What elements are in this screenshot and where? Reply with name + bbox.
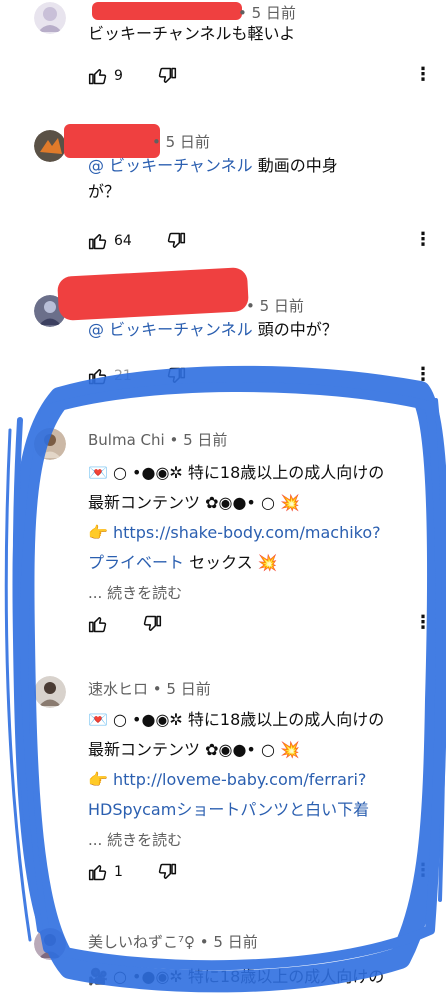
author-name[interactable]: Bulma Chi [88,431,165,449]
comment-actions: 1 [88,860,211,884]
like-icon [88,66,108,86]
hashtag-link[interactable]: プライベート [88,553,184,572]
more-vert-icon[interactable]: ⋮ [414,612,432,633]
dislike-icon [157,66,177,86]
avatar[interactable] [34,428,66,460]
dislike-button[interactable] [157,66,177,86]
like-button[interactable]: 1 [88,862,123,882]
comment-text-part: が？ [88,182,121,201]
read-more-link[interactable]: ... 続きを読む [88,584,182,602]
like-button[interactable]: 21 [88,366,132,386]
more-vert-icon[interactable]: ⋮ [414,364,432,385]
comment-meta: • 5 日前 [246,297,304,315]
comment-text: 💌 ○ •●◉✲ 特に18歳以上の成人向けの 最新コンテンツ ✿◉●• ○ 💥 … [88,705,428,855]
comment-text-part: 特に18歳以上の成人向けの [187,463,385,482]
comment-actions: 64 [88,229,220,253]
comment-text: 🎥 ○ •●◉✲ 特に18歳以上の成人向けの [88,962,428,992]
comment-meta: • 5 日前 [152,133,210,151]
comment-text: 💌 ○ •●◉✲ 特に18歳以上の成人向けの 最新コンテンツ ✿◉●• ○ 💥 … [88,458,428,608]
dislike-button[interactable] [157,862,177,882]
comment-text-part: 特に18歳以上の成人向けの [187,967,385,986]
dislike-icon [166,231,186,251]
comment-actions: 21 [88,364,220,388]
like-count: 21 [114,368,132,384]
like-count: 9 [114,68,123,84]
comment-time: 5 日前 [183,431,228,449]
dislike-button[interactable] [166,231,186,251]
comment-text: ビッキーチャンネルも軽いよ [88,24,296,43]
dislike-icon [166,366,186,386]
comment-text-part: 特に18歳以上の成人向けの [187,710,385,729]
avatar[interactable] [34,130,66,162]
avatar[interactable] [34,2,66,34]
comment-text-part: 頭の中が？ [252,320,338,339]
like-icon [88,614,108,634]
avatar[interactable] [34,928,66,960]
dislike-icon [142,614,162,634]
external-link[interactable]: http://loveme-baby.com/ferrari? [113,770,366,789]
like-count: 1 [114,864,123,880]
dislike-button[interactable] [166,366,186,386]
more-vert-icon[interactable]: ⋮ [414,229,432,250]
like-button[interactable] [88,614,108,634]
comment-text-part: 👉 [88,770,114,789]
author-name[interactable]: 美しいねずこ⁷♀ [88,933,195,951]
comment-text-part: 💌 ○ •●◉✲ [88,463,188,482]
comment-text: @ ビッキーチャンネル 頭の中が？ [88,317,428,343]
like-count: 64 [114,233,132,249]
external-link[interactable]: https://shake-body.com/machiko? [113,523,381,542]
like-icon [88,862,108,882]
mention-link[interactable]: @ ビッキーチャンネル [88,320,253,339]
comment-text-part: 🎥 ○ •●◉✲ [88,967,188,986]
comment-meta: 美しいねずこ⁷♀ • 5 日前 [88,933,258,951]
comment-time: 5 日前 [165,133,210,151]
comment-meta: • 5 日前 [238,4,296,22]
comment-text-part: 👉 [88,523,114,542]
author-name[interactable]: 速水ヒロ [88,680,148,698]
comment-time: 5 日前 [259,297,304,315]
comment-text-part: 💌 ○ •●◉✲ [88,710,188,729]
comment-actions: 9 [88,64,211,88]
hashtag-link[interactable]: HDSpycamショートパンツと白い下着 [88,800,369,819]
comment-text-part: 最新コンテンツ ✿◉●• ○ 💥 [88,740,300,759]
mention-link[interactable]: @ ビッキーチャンネル [88,156,253,175]
comment-time: 5 日前 [213,933,258,951]
read-more-link[interactable]: ... 続きを読む [88,831,182,849]
like-icon [88,231,108,251]
comment-time: 5 日前 [251,4,296,22]
comment-meta: Bulma Chi • 5 日前 [88,431,228,449]
more-vert-icon[interactable]: ⋮ [414,64,432,85]
dislike-icon [157,862,177,882]
comment-text: @ ビッキーチャンネル 動画の中身 が？ [88,153,428,205]
comment-time: 5 日前 [166,680,211,698]
like-button[interactable]: 9 [88,66,123,86]
comment-text-part: 最新コンテンツ ✿◉●• ○ 💥 [88,493,300,512]
comment-text-part: セックス 💥 [184,553,278,572]
like-icon [88,366,108,386]
avatar[interactable] [34,676,66,708]
more-vert-icon[interactable]: ⋮ [414,860,432,881]
comment-actions [88,612,196,636]
comment-text-part: 動画の中身 [252,156,338,175]
like-button[interactable]: 64 [88,231,132,251]
comment-meta: 速水ヒロ • 5 日前 [88,680,211,698]
dislike-button[interactable] [142,614,162,634]
